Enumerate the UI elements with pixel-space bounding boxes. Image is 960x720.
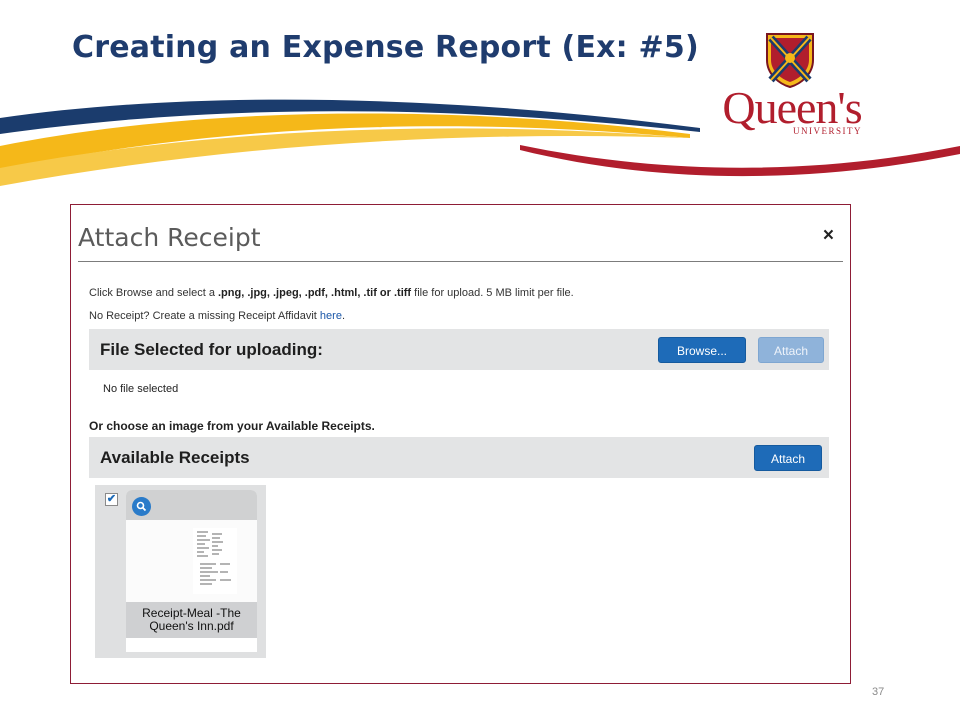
title-divider <box>78 261 843 262</box>
file-selected-section-header: File Selected for uploading: Browse... A… <box>89 329 829 370</box>
missing-prefix: No Receipt? Create a missing Receipt Aff… <box>89 310 320 322</box>
instructions-file-types: .png, .jpg, .jpeg, .pdf, .html, .tif or … <box>218 287 412 299</box>
university-crest-icon <box>766 33 814 88</box>
instructions-prefix: Click Browse and select a <box>89 287 218 299</box>
receipt-card[interactable]: Receipt-Meal -The Queen's Inn.pdf <box>126 490 257 652</box>
available-receipts-section-header: Available Receipts Attach <box>89 437 829 478</box>
university-logo: Queen's UNIVERSITY <box>716 82 868 137</box>
attach-receipt-dialog: Attach Receipt × Click Browse and select… <box>70 204 851 684</box>
choose-available-text: Or choose an image from your Available R… <box>89 419 375 433</box>
receipt-checkbox[interactable]: ✔ <box>105 493 118 506</box>
magnify-icon[interactable] <box>132 497 151 516</box>
instructions-suffix: file for upload. 5 MB limit per file. <box>411 287 574 299</box>
missing-receipt-text: No Receipt? Create a missing Receipt Aff… <box>89 310 345 322</box>
file-status: No file selected <box>103 383 179 395</box>
receipt-caption: Receipt-Meal -The Queen's Inn.pdf <box>142 607 241 633</box>
attach-receipt-button[interactable]: Attach <box>754 445 822 471</box>
receipt-tile: ✔ Receipt-Meal -The Queen's Inn.pdf <box>95 485 266 658</box>
file-selected-title: File Selected for uploading: <box>100 340 323 359</box>
receipt-thumbnail <box>126 520 257 602</box>
dialog-title: Attach Receipt <box>78 223 261 252</box>
missing-suffix: . <box>341 310 346 322</box>
attach-file-button-disabled[interactable]: Attach <box>758 337 824 363</box>
logo-wordmark: Queen's <box>722 82 862 133</box>
upload-instructions: Click Browse and select a .png, .jpg, .j… <box>89 287 574 299</box>
close-icon[interactable]: × <box>823 225 834 247</box>
available-receipts-title: Available Receipts <box>100 448 250 467</box>
page-number: 37 <box>872 686 885 698</box>
browse-button[interactable]: Browse... <box>658 337 746 363</box>
missing-receipt-affidavit-link[interactable]: here <box>320 310 342 322</box>
